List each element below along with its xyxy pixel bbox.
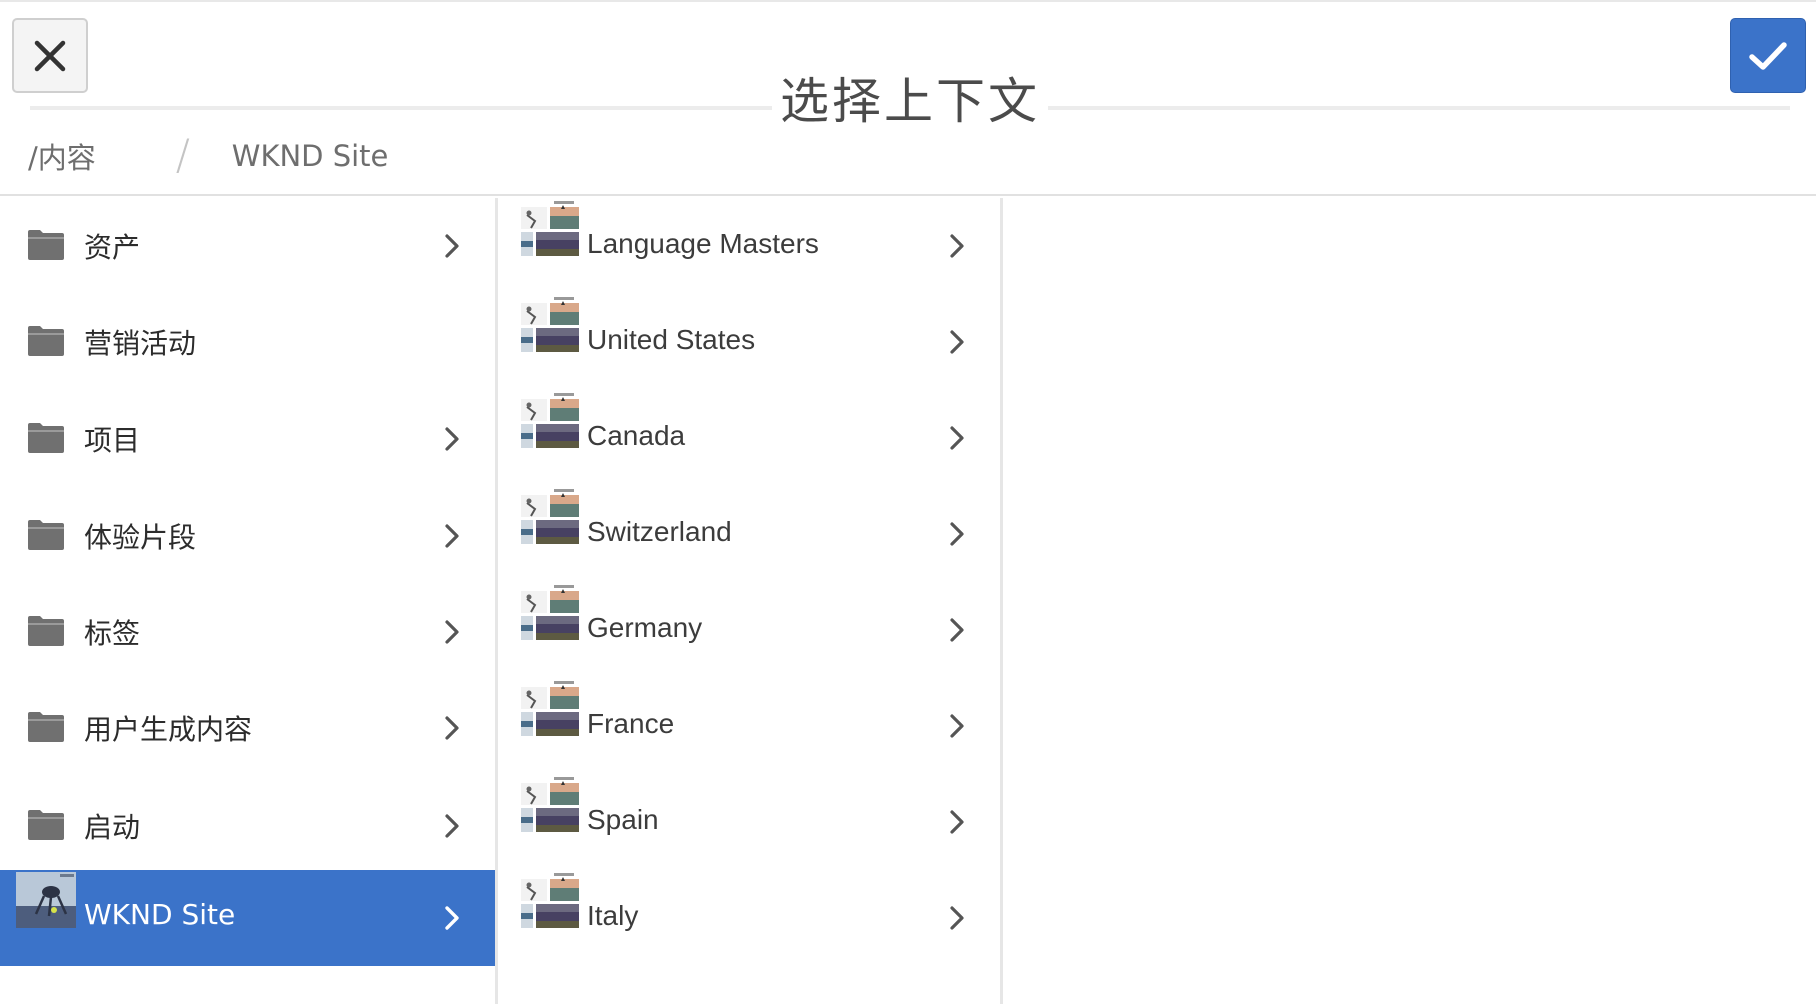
chevron-right-icon	[950, 618, 964, 642]
page-thumbnail-icon	[521, 681, 579, 736]
folder-label: 用户生成内容	[84, 713, 253, 746]
page-thumbnail-icon	[521, 489, 579, 544]
folder-label: WKND Site	[84, 898, 236, 931]
folder-row-campaigns[interactable]: 营销活动	[0, 294, 495, 390]
folder-label: 资产	[84, 231, 141, 264]
dialog-header: 选择上下文 /内容 / WKND Site	[0, 0, 1816, 196]
page-label: Switzerland	[587, 516, 732, 547]
page-row-italy[interactable]: Italy	[501, 870, 1000, 966]
folder-label: 营销活动	[84, 327, 197, 360]
page-label: Canada	[587, 420, 686, 451]
close-icon	[34, 40, 66, 71]
page-row-canada[interactable]: Canada	[501, 390, 1000, 486]
chevron-right-icon	[950, 810, 964, 834]
folder-icon	[28, 326, 64, 356]
folder-label: 启动	[84, 811, 141, 844]
breadcrumb-separator: /	[175, 129, 190, 179]
page-thumbnail-icon	[521, 393, 579, 448]
column-empty	[1006, 198, 1816, 1004]
checkmark-icon	[1749, 41, 1787, 70]
chevron-right-icon	[445, 906, 459, 930]
page-row-spain[interactable]: Spain	[501, 774, 1000, 870]
folder-row-ugc[interactable]: 用户生成内容	[0, 680, 495, 776]
chevron-right-icon	[445, 524, 459, 548]
folder-row-projects[interactable]: 项目	[0, 391, 495, 487]
page-label: Italy	[587, 900, 639, 931]
folder-label: 项目	[84, 424, 141, 457]
page-row-germany[interactable]: Germany	[501, 582, 1000, 678]
breadcrumb: /内容 / WKND Site	[28, 130, 389, 179]
close-button[interactable]	[12, 18, 88, 93]
chevron-right-icon	[950, 234, 964, 258]
folder-icon	[28, 520, 64, 550]
site-thumbnail	[16, 872, 76, 928]
chevron-right-icon	[950, 714, 964, 738]
folder-label: 体验片段	[84, 521, 197, 554]
chevron-right-icon	[950, 330, 964, 354]
dialog-title-text: 选择上下文	[771, 73, 1048, 130]
page-label: United States	[587, 324, 756, 355]
folder-row-wknd-site[interactable]: WKND Site	[0, 870, 495, 966]
folder-row-experience-fragments[interactable]: 体验片段	[0, 488, 495, 584]
page-row-switzerland[interactable]: Switzerland	[501, 486, 1000, 582]
breadcrumb-current[interactable]: WKND Site	[232, 139, 389, 173]
folder-icon	[28, 423, 64, 453]
page-thumbnail-icon	[521, 297, 579, 352]
chevron-right-icon	[950, 522, 964, 546]
page-thumbnail-icon	[521, 201, 579, 256]
folder-icon	[28, 712, 64, 742]
folder-icon	[28, 810, 64, 840]
confirm-button[interactable]	[1730, 18, 1806, 93]
page-label: Germany	[587, 612, 703, 643]
chevron-right-icon	[445, 716, 459, 740]
page-thumbnail-icon	[521, 777, 579, 832]
chevron-right-icon	[950, 426, 964, 450]
chevron-right-icon	[445, 427, 459, 451]
folder-icon	[28, 230, 64, 260]
breadcrumb-root[interactable]: /内容	[28, 135, 96, 177]
page-label: France	[587, 708, 675, 739]
page-row-france[interactable]: France	[501, 678, 1000, 774]
page-row-language-masters[interactable]: Language Masters	[501, 198, 1000, 294]
folder-icon	[28, 616, 64, 646]
folder-row-tags[interactable]: 标签	[0, 584, 495, 680]
chevron-right-icon	[950, 906, 964, 930]
page-thumbnail-icon	[521, 585, 579, 640]
column-wknd-site-children: Language Masters United States Canada Sw…	[501, 198, 1003, 1004]
page-thumbnail-icon	[521, 873, 579, 928]
column-root-folders: 资产 营销活动 项目 体验片段 标签 用户生成内容 启动 WKND Site	[0, 198, 498, 1004]
folder-label: 标签	[84, 617, 141, 650]
chevron-right-icon	[445, 814, 459, 838]
dialog-title: 选择上下文	[600, 62, 1220, 133]
page-label: Spain	[587, 804, 659, 835]
page-row-united-states[interactable]: United States	[501, 294, 1000, 390]
chevron-right-icon	[445, 234, 459, 258]
chevron-right-icon	[445, 620, 459, 644]
page-label: Language Masters	[587, 228, 819, 259]
folder-row-assets[interactable]: 资产	[0, 198, 495, 294]
folder-row-launches[interactable]: 启动	[0, 778, 495, 874]
